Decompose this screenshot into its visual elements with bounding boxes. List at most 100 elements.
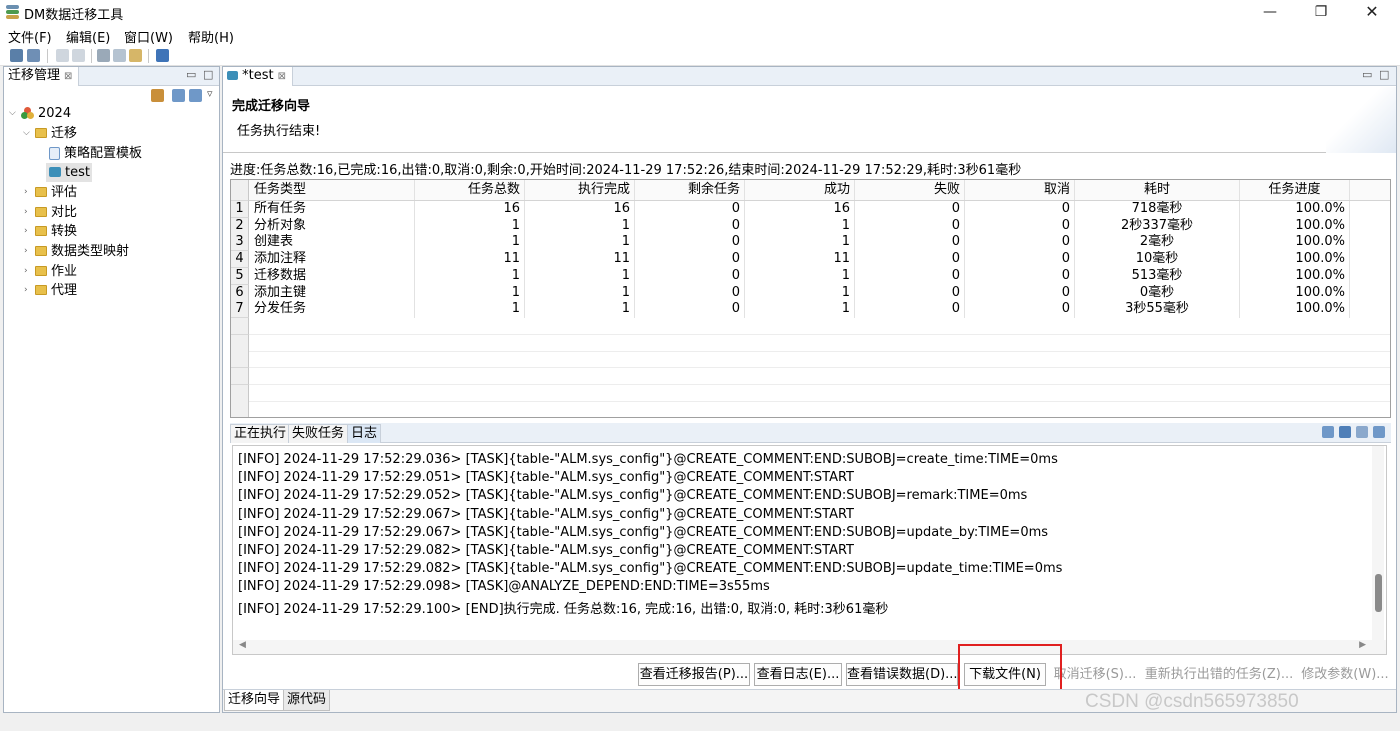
horizontal-scrollbar[interactable]: ◀ ▶ bbox=[233, 640, 1386, 654]
cut-icon[interactable] bbox=[97, 49, 110, 62]
view-report-button[interactable]: 查看迁移报告(P)... bbox=[638, 663, 750, 686]
panel-toolbar: ▿ bbox=[4, 86, 219, 104]
home-icon[interactable] bbox=[156, 49, 169, 62]
expanded-icon[interactable]: ⌵ bbox=[9, 104, 19, 123]
view-log-button[interactable]: 查看日志(E)... bbox=[754, 663, 842, 686]
table-cell: 1 bbox=[415, 301, 525, 319]
redo-icon[interactable] bbox=[72, 49, 85, 62]
col-total[interactable]: 任务总数 bbox=[415, 180, 525, 200]
new-project-icon[interactable] bbox=[151, 89, 164, 102]
col-failed[interactable]: 失败 bbox=[855, 180, 965, 200]
scroll-thumb[interactable] bbox=[1375, 574, 1382, 612]
maximize-panel-icon[interactable]: □ bbox=[203, 68, 213, 81]
vertical-scrollbar[interactable] bbox=[1372, 446, 1384, 641]
menu-window[interactable]: 窗口(W) bbox=[124, 27, 173, 46]
tree-item-evaluate[interactable]: › 评估 bbox=[4, 183, 219, 202]
tab-source-code[interactable]: 源代码 bbox=[283, 690, 331, 711]
table-cell: 创建表 bbox=[250, 234, 415, 252]
menu-help[interactable]: 帮助(H) bbox=[188, 27, 234, 46]
table-cell: 0 bbox=[965, 267, 1075, 285]
folder-icon bbox=[35, 207, 47, 217]
collapsed-icon[interactable]: › bbox=[24, 183, 34, 202]
tree-item-type-mapping[interactable]: › 数据类型映射 bbox=[4, 242, 219, 261]
editor-panel: *test ⊠ ▭ □ 完成迁移向导 任务执行结束! 进度:任务总数:16,已完成… bbox=[222, 66, 1397, 713]
table-cell: 0 bbox=[965, 217, 1075, 235]
lock-icon[interactable] bbox=[1322, 426, 1334, 438]
modify-params-button[interactable]: 修改参数(W)... bbox=[1299, 663, 1391, 686]
view-menu-icon[interactable]: ▿ bbox=[207, 87, 213, 100]
table-row[interactable]: 4 添加注释 11 11 0 11 0 0 10毫秒 100.0% bbox=[231, 251, 1390, 269]
row-number: 7 bbox=[231, 301, 249, 319]
collapsed-icon[interactable]: › bbox=[24, 242, 34, 261]
tree-item-test[interactable]: test bbox=[46, 163, 92, 182]
tree-item-template[interactable]: 策略配置模板 bbox=[4, 144, 219, 163]
col-remaining[interactable]: 剩余任务 bbox=[635, 180, 745, 200]
close-tab-icon[interactable]: ⊠ bbox=[278, 71, 286, 82]
table-cell: 1 bbox=[525, 267, 635, 285]
table-row[interactable]: 1 所有任务 16 16 0 16 0 0 718毫秒 100.0% bbox=[231, 201, 1390, 218]
scroll-right-icon[interactable]: ▶ bbox=[1359, 640, 1366, 650]
app-icon bbox=[6, 5, 19, 19]
col-success[interactable]: 成功 bbox=[745, 180, 855, 200]
tab-migration-manager[interactable]: 迁移管理 ⊠ bbox=[4, 67, 80, 86]
save-icon[interactable] bbox=[10, 49, 23, 62]
table-row[interactable]: 6 添加主键 1 1 0 1 0 0 0毫秒 100.0% bbox=[231, 284, 1390, 302]
minimize-panel-icon[interactable]: ▭ bbox=[1362, 68, 1372, 81]
expanded-icon[interactable]: ⌵ bbox=[23, 124, 33, 143]
table-row[interactable]: 7 分发任务 1 1 0 1 0 0 3秒55毫秒 100.0% bbox=[231, 301, 1390, 319]
col-cancelled[interactable]: 取消 bbox=[965, 180, 1075, 200]
close-window-button[interactable]: ✕ bbox=[1349, 0, 1395, 24]
maximize-panel-icon[interactable]: □ bbox=[1379, 68, 1389, 81]
project-icon bbox=[21, 107, 34, 120]
clear-icon[interactable] bbox=[1356, 426, 1368, 438]
table-row[interactable]: 3 创建表 1 1 0 1 0 0 2毫秒 100.0% bbox=[231, 234, 1390, 252]
tree-item-2024[interactable]: ⌵ 2024 bbox=[4, 104, 219, 123]
refresh-icon[interactable] bbox=[1339, 426, 1351, 438]
collapsed-icon[interactable]: › bbox=[24, 203, 34, 222]
table-cell: 0 bbox=[855, 201, 965, 218]
col-elapsed[interactable]: 耗时 bbox=[1075, 180, 1240, 200]
tree-item-convert[interactable]: › 转换 bbox=[4, 222, 219, 241]
tab-migration-wizard[interactable]: 迁移向导 bbox=[224, 690, 285, 711]
tree-item-migration[interactable]: ⌵ 迁移 bbox=[4, 124, 219, 143]
row-number: 2 bbox=[231, 217, 249, 235]
tab-running[interactable]: 正在执行 bbox=[230, 424, 291, 443]
col-completed[interactable]: 执行完成 bbox=[525, 180, 635, 200]
tab-failed-tasks[interactable]: 失败任务 bbox=[288, 424, 349, 443]
log-output[interactable]: [INFO] 2024-11-29 17:52:29.036> [TASK]{t… bbox=[232, 445, 1387, 655]
col-progress[interactable]: 任务进度 bbox=[1240, 180, 1350, 200]
table-cell: 718毫秒 bbox=[1075, 201, 1240, 218]
menu-file[interactable]: 文件(F) bbox=[8, 27, 52, 46]
tree-item-compare[interactable]: › 对比 bbox=[4, 203, 219, 222]
table-cell: 1 bbox=[745, 234, 855, 252]
tab-log[interactable]: 日志 bbox=[347, 424, 382, 443]
undo-icon[interactable] bbox=[56, 49, 69, 62]
table-row[interactable]: 2 分析对象 1 1 0 1 0 0 2秒337毫秒 100.0% bbox=[231, 217, 1390, 235]
view-error-data-button[interactable]: 查看错误数据(D)... bbox=[846, 663, 958, 686]
minimize-panel-icon[interactable]: ▭ bbox=[186, 68, 196, 81]
import-icon[interactable] bbox=[172, 89, 185, 102]
tab-test[interactable]: *test ⊠ bbox=[223, 67, 293, 86]
collapsed-icon[interactable]: › bbox=[24, 262, 34, 281]
table-row[interactable]: 5 迁移数据 1 1 0 1 0 0 513毫秒 100.0% bbox=[231, 267, 1390, 285]
log-tabbar: 正在执行 失败任务 日志 bbox=[230, 423, 1391, 443]
rerun-failed-button[interactable]: 重新执行出错的任务(Z)... bbox=[1143, 663, 1295, 686]
table-cell: 0 bbox=[965, 201, 1075, 218]
maximize-button[interactable]: ❐ bbox=[1298, 0, 1344, 24]
export-log-icon[interactable] bbox=[1373, 426, 1385, 438]
menu-edit[interactable]: 编辑(E) bbox=[66, 27, 110, 46]
close-tab-icon[interactable]: ⊠ bbox=[64, 71, 72, 82]
col-task-type[interactable]: 任务类型 bbox=[250, 180, 415, 200]
tree-item-agent[interactable]: › 代理 bbox=[4, 281, 219, 300]
copy-icon[interactable] bbox=[113, 49, 126, 62]
save-all-icon[interactable] bbox=[27, 49, 40, 62]
cancel-migration-button[interactable]: 取消迁移(S)... bbox=[1050, 663, 1140, 686]
collapsed-icon[interactable]: › bbox=[24, 281, 34, 300]
scroll-left-icon[interactable]: ◀ bbox=[239, 640, 246, 650]
export-icon[interactable] bbox=[189, 89, 202, 102]
paste-icon[interactable] bbox=[129, 49, 142, 62]
minimize-button[interactable]: — bbox=[1247, 0, 1293, 24]
collapsed-icon[interactable]: › bbox=[24, 222, 34, 241]
tree-item-job[interactable]: › 作业 bbox=[4, 262, 219, 281]
task-table[interactable]: 任务类型 任务总数 执行完成 剩余任务 成功 失败 取消 耗时 任务进度 1 所有… bbox=[230, 179, 1391, 418]
